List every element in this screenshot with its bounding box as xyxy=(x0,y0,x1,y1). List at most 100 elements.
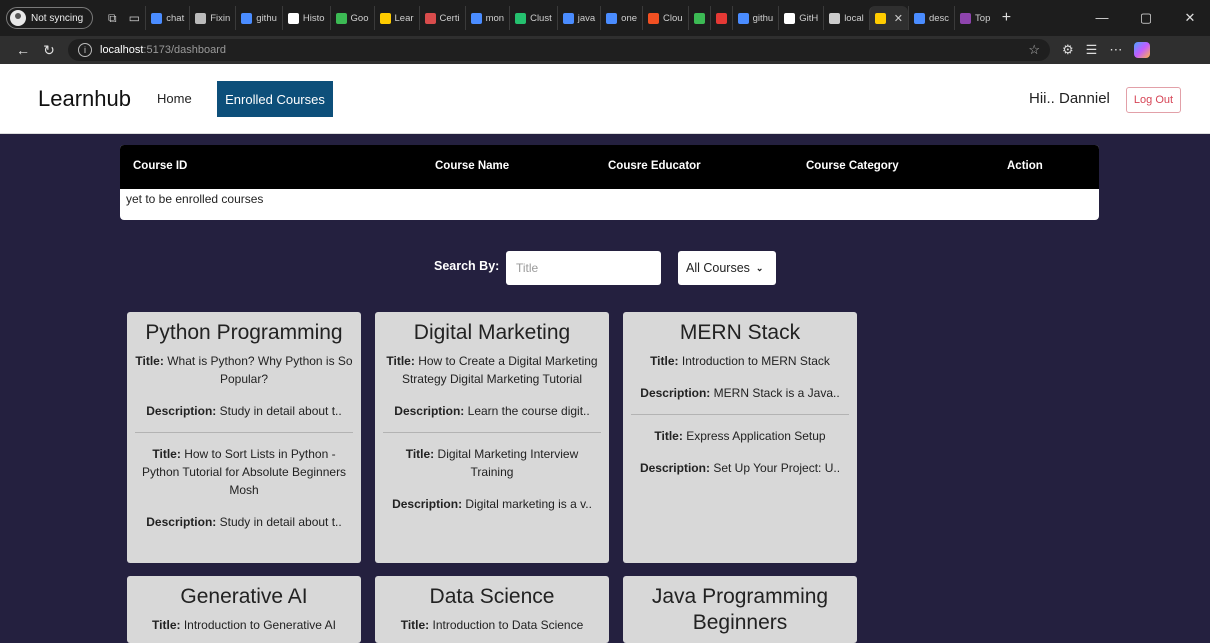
lesson-title-text: Express Application Setup xyxy=(686,429,826,443)
browser-tab-label: Goo xyxy=(350,12,369,24)
col-action: Action xyxy=(1007,160,1043,172)
logout-button[interactable]: Log Out xyxy=(1126,87,1181,113)
lesson-description-text: Study in detail about t.. xyxy=(219,404,342,418)
lesson-description-text: Digital marketing is a v.. xyxy=(465,497,592,511)
workspaces-icon[interactable]: ⧉ xyxy=(101,7,123,29)
tab-favicon-icon xyxy=(287,12,299,24)
chevron-down-icon: ⌄ xyxy=(755,262,764,273)
profile-avatar-icon xyxy=(10,10,26,26)
col-course-name: Course Name xyxy=(435,160,510,172)
browser-tab[interactable]: one xyxy=(600,6,642,30)
browser-tab-label: java xyxy=(577,12,596,24)
browser-tab-label: desc xyxy=(928,12,950,24)
browser-tab[interactable]: Clou xyxy=(642,6,688,30)
browser-tab-label: Histo xyxy=(302,12,325,24)
favorites-icon[interactable]: ☰ xyxy=(1086,42,1098,58)
nav-enrolled-courses-button[interactable]: Enrolled Courses xyxy=(217,81,333,117)
lesson-item: Title: What is Python? Why Python is So … xyxy=(127,346,361,430)
browser-tab[interactable]: githu xyxy=(235,6,282,30)
browser-tab-label: one xyxy=(621,12,638,24)
lesson-item: Title: Introduction to Data Science xyxy=(375,610,609,643)
lesson-item: Title: Express Application Setup Descript… xyxy=(623,421,857,487)
browser-tab[interactable]: ✕ xyxy=(868,6,908,30)
new-tab-button[interactable]: + xyxy=(995,9,1017,27)
tab-favicon-icon xyxy=(913,12,925,24)
browser-tab[interactable]: Top xyxy=(954,6,995,30)
restore-icon[interactable]: ▢ xyxy=(1126,10,1166,26)
search-by-label: Search By: xyxy=(434,259,500,273)
lesson-title-text: Introduction to MERN Stack xyxy=(681,354,830,368)
course-card-title: Python Programming xyxy=(145,321,343,344)
more-options-icon[interactable]: ⋯ xyxy=(1109,42,1122,58)
lesson-description: Description: Learn the course digit.. xyxy=(383,402,601,420)
tab-favicon-icon xyxy=(470,12,482,24)
browser-tab[interactable]: chat xyxy=(145,6,189,30)
browser-tab[interactable] xyxy=(687,6,710,30)
browser-tab[interactable]: java xyxy=(556,6,600,30)
course-card-title: Data Science xyxy=(429,585,555,608)
browser-tab[interactable]: Certi xyxy=(418,6,465,30)
browser-tab-label: Clou xyxy=(663,12,683,24)
browser-tab[interactable] xyxy=(709,6,732,30)
browser-tab-strip: Not syncing ⧉ ▭ chat Fixin githu Histo Goo Le… xyxy=(0,0,1210,36)
tab-favicon-icon xyxy=(515,12,527,24)
tab-favicon-icon xyxy=(829,12,841,24)
browser-tab[interactable]: Clust xyxy=(509,6,557,30)
copilot-icon[interactable] xyxy=(1134,42,1151,58)
close-tab-icon[interactable]: ✕ xyxy=(894,12,903,25)
browser-tab[interactable]: Histo xyxy=(281,6,330,30)
lesson-description: Description: Digital marketing is a v.. xyxy=(383,495,601,513)
browser-tab[interactable]: Lear xyxy=(373,6,419,30)
tab-favicon-icon xyxy=(379,12,391,24)
empty-table-message: yet to be enrolled courses xyxy=(126,192,264,206)
tab-favicon-icon xyxy=(874,12,886,24)
close-window-icon[interactable]: ✕ xyxy=(1170,10,1210,26)
lesson-divider xyxy=(631,414,849,415)
lesson-description-text: Set Up Your Project: U.. xyxy=(713,461,841,475)
lesson-title: Title: Introduction to Generative AI xyxy=(135,616,353,634)
browser-tab[interactable]: Fixin xyxy=(189,6,235,30)
col-course-educator: Cousre Educator xyxy=(608,160,701,172)
browser-tab[interactable]: GitH xyxy=(778,6,823,30)
lesson-description: Description: Set Up Your Project: U.. xyxy=(631,459,849,477)
lesson-title: Title: How to Create a Digital Marketing… xyxy=(383,352,601,388)
lesson-description: Description: MERN Stack is a Java.. xyxy=(631,384,849,402)
browser-tab[interactable]: desc xyxy=(907,6,954,30)
tab-favicon-icon xyxy=(715,12,727,24)
browser-tab[interactable]: local xyxy=(823,6,869,30)
bookmark-star-icon[interactable]: ☆ xyxy=(1028,42,1040,58)
lesson-description-text: Learn the course digit.. xyxy=(467,404,590,418)
course-card[interactable]: Python Programming Title: What is Python… xyxy=(127,312,361,563)
extensions-icon[interactable]: ⚙ xyxy=(1062,42,1074,58)
course-card-title: Java Programming Beginners xyxy=(651,585,829,634)
search-title-input[interactable] xyxy=(506,251,661,285)
browser-tab-label: local xyxy=(844,12,864,24)
lesson-title-label: Title: xyxy=(386,354,415,368)
lesson-divider xyxy=(383,432,601,433)
browser-tab[interactable]: Goo xyxy=(329,6,374,30)
lesson-item: Title: Introduction to Generative AI xyxy=(127,610,361,643)
course-card[interactable]: Generative AI Title: Introduction to Gen… xyxy=(127,576,361,643)
browser-tab[interactable]: githu xyxy=(731,6,779,30)
course-filter-select[interactable]: All Courses ⌄ xyxy=(678,251,776,285)
minimize-icon[interactable]: — xyxy=(1082,10,1122,26)
back-icon[interactable]: ← xyxy=(10,42,36,58)
course-card[interactable]: Data Science Title: Introduction to Data… xyxy=(375,576,609,643)
lesson-title: Title: Introduction to MERN Stack xyxy=(631,352,849,370)
browser-tab[interactable]: mon xyxy=(464,6,509,30)
refresh-icon[interactable]: ↻ xyxy=(36,42,62,59)
course-card-title: Generative AI xyxy=(180,585,308,608)
lesson-description-text: MERN Stack is a Java.. xyxy=(713,386,840,400)
lesson-title-label: Title: xyxy=(650,354,679,368)
lesson-description-label: Description: xyxy=(394,404,465,418)
tab-actions-icon[interactable]: ▭ xyxy=(123,7,145,29)
nav-home-link[interactable]: Home xyxy=(157,91,192,106)
profile-button[interactable]: Not syncing xyxy=(6,7,94,29)
url-field[interactable]: i localhost:5173/dashboard ☆ xyxy=(68,39,1050,61)
site-info-icon[interactable]: i xyxy=(78,43,92,57)
course-card[interactable]: Java Programming Beginners xyxy=(623,576,857,643)
brand-logo[interactable]: Learnhub xyxy=(38,86,131,112)
course-card[interactable]: Digital Marketing Title: How to Create a… xyxy=(375,312,609,563)
course-card[interactable]: MERN Stack Title: Introduction to MERN S… xyxy=(623,312,857,563)
browser-tab-label: chat xyxy=(166,12,185,24)
